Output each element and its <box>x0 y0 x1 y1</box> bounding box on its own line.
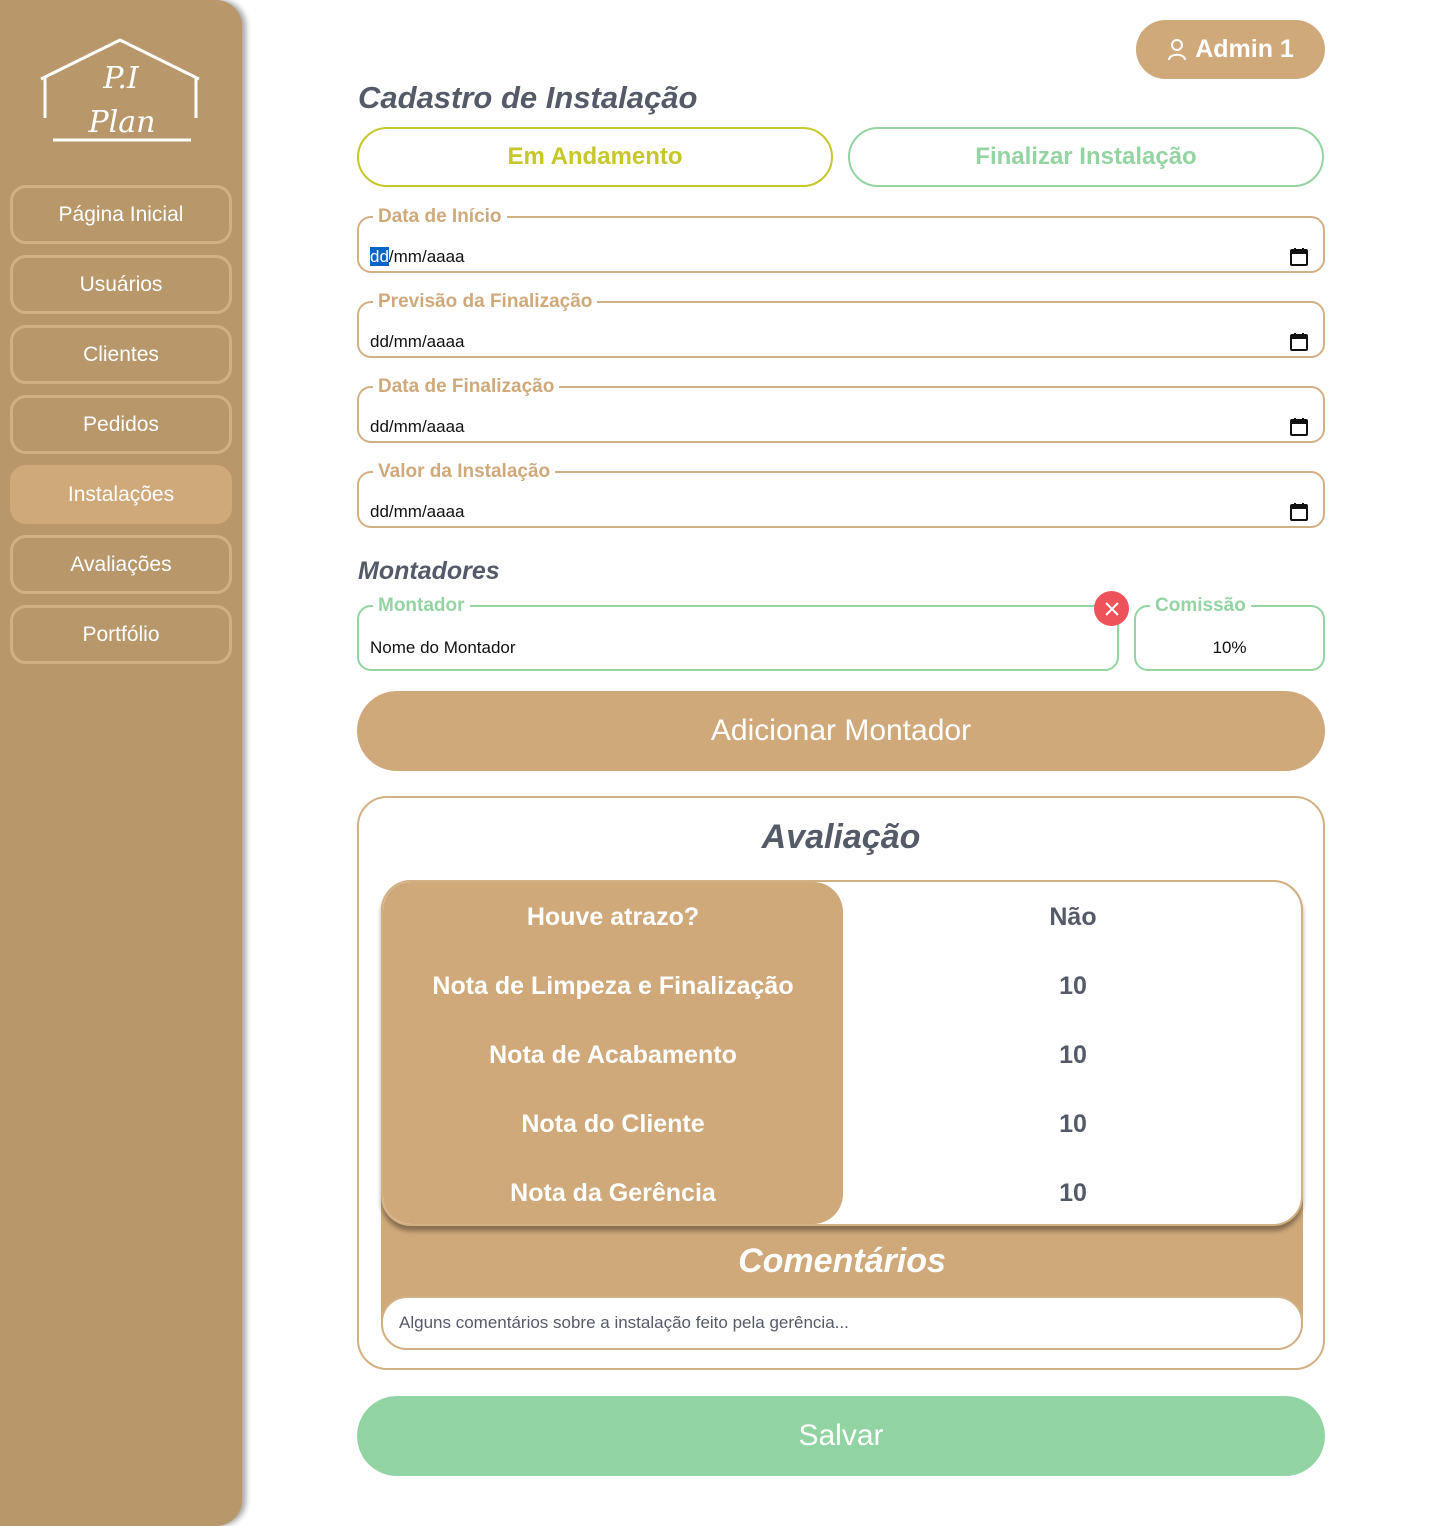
close-icon <box>1104 601 1119 616</box>
start-date-label: Data de Início <box>378 206 502 227</box>
save-button[interactable]: Salvar <box>357 1396 1325 1476</box>
add-montador-button[interactable]: Adicionar Montador <box>357 691 1325 771</box>
forecast-date-field[interactable]: Previsão da Finalização dd/mm/aaaa <box>357 292 1325 358</box>
in-progress-button[interactable]: Em Andamento <box>357 127 833 187</box>
montadores-title: Montadores <box>358 557 500 585</box>
eval-value-atraso: Não <box>1049 903 1097 931</box>
sidebar-item-pedidos[interactable]: Pedidos <box>10 395 232 454</box>
comments-title: Comentários <box>738 1242 946 1280</box>
eval-label-cliente: Nota do Cliente <box>521 1110 705 1138</box>
comments-text: Alguns comentários sobre a instalação fe… <box>381 1296 1303 1350</box>
user-menu-button[interactable]: Admin 1 <box>1136 20 1325 79</box>
eval-label-acabamento: Nota de Acabamento <box>489 1041 737 1069</box>
eval-label-gerencia: Nota da Gerência <box>510 1179 716 1207</box>
montador-input[interactable]: Nome do Montador <box>370 638 516 658</box>
eval-label-atraso: Houve atrazo? <box>526 903 700 931</box>
eval-value-limpeza: 10 <box>1059 972 1087 1000</box>
start-date-value[interactable]: dd/mm/aaaa <box>370 247 465 267</box>
pi-plan-logo[interactable]: P.I Plan <box>36 36 206 146</box>
evaluation-title: Avaliação <box>761 818 921 856</box>
install-value-value[interactable]: dd/mm/aaaa <box>370 502 465 522</box>
evaluation-card: Avaliação Houve atrazo? Não Nota de Limp… <box>357 796 1325 1370</box>
sidebar-item-usuarios[interactable]: Usuários <box>10 255 232 314</box>
install-value-field[interactable]: Valor da Instalação dd/mm/aaaa <box>357 462 1325 528</box>
finish-installation-button[interactable]: Finalizar Instalação <box>848 127 1324 187</box>
sidebar-item-avaliacoes[interactable]: Avaliações <box>10 535 232 594</box>
end-date-value[interactable]: dd/mm/aaaa <box>370 417 465 437</box>
sidebar: P.I Plan Página Inicial Usuários Cliente… <box>0 0 242 1526</box>
end-date-label: Data de Finalização <box>378 376 555 397</box>
evaluation-table: Houve atrazo? Não Nota de Limpeza e Fina… <box>381 880 1303 1226</box>
start-date-field[interactable]: Data de Início dd/mm/aaaa <box>357 207 1325 273</box>
user-icon <box>1168 38 1187 60</box>
montador-field[interactable]: Montador Nome do Montador <box>357 596 1119 671</box>
commission-input[interactable]: 10% <box>1136 638 1323 658</box>
forecast-date-value[interactable]: dd/mm/aaaa <box>370 332 465 352</box>
calendar-icon[interactable] <box>1289 417 1309 437</box>
sidebar-item-pagina-inicial[interactable]: Página Inicial <box>10 185 232 244</box>
montador-label: Montador <box>378 595 465 616</box>
forecast-date-label: Previsão da Finalização <box>378 291 593 312</box>
eval-value-acabamento: 10 <box>1059 1041 1087 1069</box>
commission-field[interactable]: Comissão 10% <box>1134 596 1325 671</box>
sidebar-item-clientes[interactable]: Clientes <box>10 325 232 384</box>
eval-value-gerencia: 10 <box>1059 1179 1087 1207</box>
eval-label-limpeza: Nota de Limpeza e Finalização <box>432 972 794 1000</box>
page-title: Cadastro de Instalação <box>358 80 698 115</box>
calendar-icon[interactable] <box>1289 332 1309 352</box>
calendar-icon[interactable] <box>1289 502 1309 522</box>
calendar-icon[interactable] <box>1289 247 1309 267</box>
user-name: Admin 1 <box>1195 35 1294 63</box>
sidebar-item-portfolio[interactable]: Portfólio <box>10 605 232 664</box>
sidebar-item-instalacoes[interactable]: Instalações <box>10 465 232 524</box>
end-date-field[interactable]: Data de Finalização dd/mm/aaaa <box>357 377 1325 443</box>
logo-line1: P.I <box>102 61 140 96</box>
install-value-label: Valor da Instalação <box>378 461 551 482</box>
remove-montador-button[interactable] <box>1094 591 1129 626</box>
commission-label: Comissão <box>1155 595 1246 616</box>
logo-line2: Plan <box>88 105 156 140</box>
eval-value-cliente: 10 <box>1059 1110 1087 1138</box>
